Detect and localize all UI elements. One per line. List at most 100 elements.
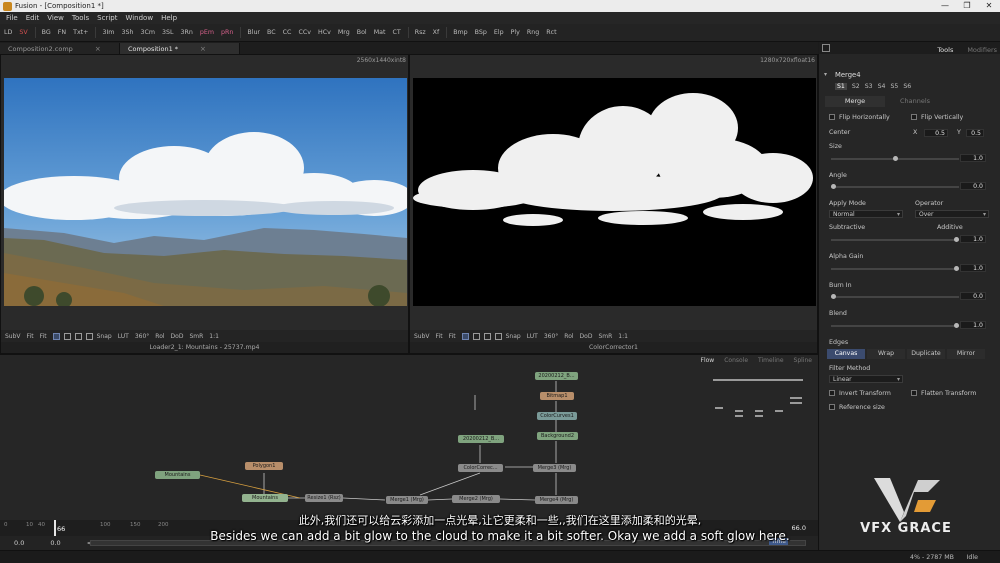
viewer-bar-fit-button[interactable]: Fit — [436, 333, 443, 340]
tool-button-3cm[interactable]: 3Cm — [140, 29, 155, 36]
viewer-tool-icon[interactable] — [85, 332, 93, 340]
edges-wrap-button[interactable]: Wrap — [867, 349, 905, 359]
tool-button-bg[interactable]: BG — [42, 29, 51, 36]
close-tab-icon[interactable]: × — [95, 45, 101, 53]
tool-button-ccv[interactable]: CCv — [298, 29, 311, 36]
viewer-bar-subv-button[interactable]: SubV — [5, 333, 21, 340]
tool-button-3sl[interactable]: 3SL — [162, 29, 174, 36]
node-mountains-a[interactable]: Mountains — [155, 471, 200, 479]
tool-button-rct[interactable]: Rct — [546, 29, 556, 36]
angle-slider[interactable] — [831, 184, 959, 189]
slider-knob[interactable] — [831, 184, 836, 189]
menu-help[interactable]: Help — [161, 14, 177, 22]
viewer-tool-icon[interactable] — [74, 332, 82, 340]
flip-horizontally-checkbox[interactable]: Flip Horizontally — [829, 114, 890, 121]
slider-knob[interactable] — [954, 266, 959, 271]
node-merge4[interactable]: Merge4 (Mrg) — [535, 496, 578, 504]
node-mountains-b[interactable]: Mountains — [242, 494, 288, 502]
node-merge3[interactable]: Merge3 (Mrg) — [533, 464, 576, 472]
viewer-bar-lut-button[interactable]: LUT — [527, 333, 538, 340]
menu-window[interactable]: Window — [125, 14, 153, 22]
viewer-tool-icon[interactable] — [461, 332, 469, 340]
subtractive-additive-field[interactable]: 1.0 — [960, 235, 986, 243]
close-window-button[interactable]: ✕ — [978, 0, 1000, 12]
reference-size-checkbox[interactable]: Reference size — [829, 404, 885, 411]
version-s1[interactable]: S1 — [835, 83, 847, 90]
tab-composition1[interactable]: Composition1 * × — [120, 43, 240, 54]
node-colorcorrector[interactable]: ColorCorrec... — [458, 464, 503, 472]
tool-button-xf[interactable]: Xf — [433, 29, 440, 36]
maximize-button[interactable]: ❐ — [956, 0, 978, 12]
tool-button-bol[interactable]: Bol — [357, 29, 367, 36]
node-merge1[interactable]: Merge1 (Mrg) — [386, 496, 428, 504]
close-tab-icon[interactable]: × — [200, 45, 206, 53]
viewer-bar-11-button[interactable]: 1:1 — [618, 333, 628, 340]
viewer-image-mountains[interactable] — [4, 78, 407, 361]
viewer-bar-rol-button[interactable]: Rol — [564, 333, 573, 340]
tool-button-ply[interactable]: Ply — [511, 29, 520, 36]
flatten-transform-checkbox[interactable]: Flatten Transform — [911, 390, 976, 397]
inspector-options-icon[interactable] — [822, 44, 830, 52]
tool-button-blur[interactable]: Blur — [247, 29, 260, 36]
tool-button-3rn[interactable]: 3Rn — [181, 29, 193, 36]
tool-button-ct[interactable]: CT — [392, 29, 400, 36]
burn-in-field[interactable]: 0.0 — [960, 292, 986, 300]
angle-field[interactable]: 0.0 — [960, 182, 986, 190]
filter-method-dropdown[interactable]: Linear — [829, 375, 903, 383]
slider-knob[interactable] — [954, 237, 959, 242]
tool-button-3im[interactable]: 3Im — [102, 29, 114, 36]
viewer-bar-fit-button[interactable]: Fit — [449, 333, 456, 340]
alpha-gain-slider[interactable] — [831, 266, 959, 271]
viewer-tool-icon[interactable] — [63, 332, 71, 340]
tool-button-cc[interactable]: CC — [283, 29, 292, 36]
tab-tools[interactable]: Tools — [937, 46, 953, 54]
viewer-bar-snap-button[interactable]: Snap — [97, 333, 112, 340]
tool-button-bmp[interactable]: Bmp — [453, 29, 467, 36]
viewer-bar-360-button[interactable]: 360° — [135, 333, 149, 340]
burn-in-slider[interactable] — [831, 294, 959, 299]
subtractive-additive-slider[interactable] — [831, 237, 959, 242]
menu-edit[interactable]: Edit — [26, 14, 40, 22]
tab-modifiers[interactable]: Modifiers — [967, 46, 997, 54]
collapse-caret-icon[interactable]: ▾ — [824, 71, 827, 78]
viewer-bar-11-button[interactable]: 1:1 — [209, 333, 219, 340]
tool-button-bc[interactable]: BC — [267, 29, 276, 36]
tool-button-mrg[interactable]: Mrg — [338, 29, 350, 36]
node-merge2[interactable]: Merge2 (Mrg) — [452, 495, 500, 503]
flow-editor[interactable]: Flow Console Timeline Spline Mountains P… — [0, 354, 818, 520]
size-field[interactable]: 1.0 — [960, 154, 986, 162]
flip-vertically-checkbox[interactable]: Flip Vertically — [911, 114, 963, 121]
viewer-bar-dod-button[interactable]: DoD — [171, 333, 184, 340]
tool-button-sv[interactable]: SV — [19, 29, 27, 36]
tool-button-fn[interactable]: FN — [58, 29, 66, 36]
subtab-merge[interactable]: Merge — [825, 96, 885, 107]
menu-view[interactable]: View — [47, 14, 64, 22]
tool-button-mat[interactable]: Mat — [374, 29, 386, 36]
node-bitmap1[interactable]: Bitmap1 — [540, 392, 574, 400]
viewer-bar-lut-button[interactable]: LUT — [118, 333, 129, 340]
menu-file[interactable]: File — [6, 14, 18, 22]
tool-button-txt[interactable]: Txt+ — [73, 29, 88, 36]
tab-composition2[interactable]: Composition2.comp × — [0, 43, 120, 54]
tool-button-ld[interactable]: LD — [4, 29, 12, 36]
tool-button-elp[interactable]: Elp — [494, 29, 504, 36]
node-clip-top[interactable]: 20200212_B... — [535, 372, 578, 380]
viewer-bar-fit-button[interactable]: Fit — [27, 333, 34, 340]
viewer-tool-icon[interactable] — [52, 332, 60, 340]
viewer-bar-fit-button[interactable]: Fit — [40, 333, 47, 340]
tool-button-pem[interactable]: pEm — [200, 29, 214, 36]
viewer-bar-snap-button[interactable]: Snap — [506, 333, 521, 340]
minimize-button[interactable]: — — [934, 0, 956, 12]
node-clip-mid[interactable]: 20200212_B... — [458, 435, 504, 443]
node-resize1[interactable]: Resize1 (Rsz) — [305, 494, 343, 502]
node-polygon1[interactable]: Polygon1 — [245, 462, 283, 470]
tool-button-rsz[interactable]: Rsz — [415, 29, 426, 36]
viewer-bar-dod-button[interactable]: DoD — [580, 333, 593, 340]
viewer-bar-360-button[interactable]: 360° — [544, 333, 558, 340]
slider-knob[interactable] — [892, 156, 898, 161]
edges-canvas-button[interactable]: Canvas — [827, 349, 865, 359]
operator-dropdown[interactable]: Over — [915, 210, 989, 218]
center-x-field[interactable]: 0.5 — [924, 129, 948, 137]
node-background2[interactable]: Background2 — [537, 432, 578, 440]
version-s4[interactable]: S4 — [878, 83, 886, 90]
